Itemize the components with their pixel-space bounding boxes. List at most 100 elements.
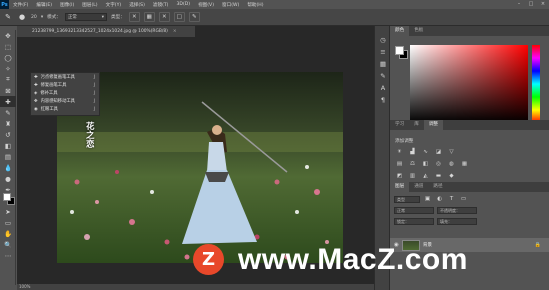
menu-view[interactable]: 视图(V) [194, 2, 218, 8]
quick-select-tool-icon[interactable]: ✧ [0, 63, 16, 74]
tab-channels[interactable]: 通道 [409, 182, 428, 192]
dodge-tool-icon[interactable]: ● [0, 173, 16, 184]
flyout-shortcut: J [93, 82, 95, 88]
brush-tool-icon[interactable]: ✎ [0, 107, 16, 118]
flyout-item[interactable]: ◈ 修补工具 J [31, 89, 99, 97]
menu-file[interactable]: 文件(F) [9, 2, 32, 8]
posterize-icon[interactable]: ▥ [408, 172, 417, 179]
zoom-tool-icon[interactable]: 🔍 [0, 239, 16, 250]
color-lookup-icon[interactable]: ▦ [460, 160, 469, 167]
menu-window[interactable]: 窗口(W) [218, 2, 243, 8]
flyout-item[interactable]: ◉ 红眼工具 J [31, 105, 99, 113]
window-controls: – □ × [513, 0, 549, 9]
filter-type-icon[interactable]: T [447, 196, 456, 203]
tab-libraries[interactable]: 库 [409, 120, 424, 130]
more-tools-icon[interactable]: ⋯ [0, 250, 16, 261]
maximize-icon[interactable]: □ [525, 0, 537, 9]
brightness-icon[interactable]: ☀ [395, 148, 404, 155]
tab-swatches[interactable]: 色板 [409, 26, 428, 36]
foreground-color-swatch[interactable] [395, 46, 404, 55]
gradient-map-icon[interactable]: ▬ [434, 172, 443, 179]
menu-image[interactable]: 图像(I) [56, 2, 78, 8]
tab-adjustments[interactable]: 调整 [423, 120, 444, 130]
layer-kind-filter[interactable]: 类型 [394, 195, 420, 203]
color-picker-field[interactable] [410, 45, 528, 123]
exposure-icon[interactable]: ◪ [434, 148, 443, 155]
lasso-tool-icon[interactable]: ◯ [0, 52, 16, 63]
content-aware-move-icon: ✥ [34, 98, 38, 104]
crop-tool-icon[interactable]: ⌗ [0, 74, 16, 85]
threshold-icon[interactable]: ◭ [421, 172, 430, 179]
flyout-item[interactable]: ✥ 内容感知移动工具 J [31, 97, 99, 105]
marquee-tool-icon[interactable]: ⬚ [0, 41, 16, 52]
tab-paths[interactable]: 路径 [428, 182, 447, 192]
close-icon[interactable]: × [173, 29, 177, 34]
swatch-icon[interactable]: ▦ [375, 58, 391, 70]
stamp-tool-icon[interactable]: ♜ [0, 118, 16, 129]
character-icon[interactable]: A [375, 82, 391, 94]
channel-mixer-icon[interactable]: ◍ [447, 160, 456, 167]
menu-layer[interactable]: 图层(L) [78, 2, 101, 8]
move-tool-icon[interactable]: ✥ [0, 30, 16, 41]
opacity-field[interactable]: 不透明度： [437, 206, 477, 214]
sample-all-layers-icon[interactable]: □ [173, 12, 185, 22]
create-texture-icon[interactable]: ▦ [143, 12, 155, 22]
foreground-color-swatch[interactable] [3, 193, 11, 201]
zoom-level: 100% [19, 284, 31, 289]
tab-learn[interactable]: 学习 [390, 120, 409, 130]
vibrance-icon[interactable]: ▽ [447, 148, 456, 155]
eraser-tool-icon[interactable]: ◧ [0, 140, 16, 151]
levels-icon[interactable]: ▟ [408, 148, 417, 155]
tab-layers[interactable]: 图层 [390, 182, 410, 192]
paragraph-icon[interactable]: ¶ [375, 94, 391, 106]
mode-select[interactable]: 正常 ▾ [64, 13, 107, 21]
close-icon[interactable]: × [537, 0, 549, 9]
path-select-tool-icon[interactable]: ➤ [0, 206, 16, 217]
flyout-item[interactable]: ✚ 修复画笔工具 J [31, 81, 99, 89]
pressure-icon[interactable]: ✎ [188, 12, 200, 22]
hand-tool-icon[interactable]: ✋ [0, 228, 16, 239]
filter-adjust-icon[interactable]: ◐ [435, 196, 444, 203]
selective-color-icon[interactable]: ◆ [447, 172, 456, 179]
document-tab[interactable]: 21238799_13693213342527_1024x1024.jpg @ … [17, 26, 195, 37]
healing-brush-icon[interactable]: ✎ [3, 12, 13, 22]
shape-tool-icon[interactable]: ▭ [0, 217, 16, 228]
blur-tool-icon[interactable]: 💧 [0, 162, 16, 173]
menu-type[interactable]: 文字(Y) [102, 2, 126, 8]
fill-field[interactable]: 填充： [437, 217, 477, 225]
invert-icon[interactable]: ◩ [395, 172, 404, 179]
color-balance-icon[interactable]: ⚖ [408, 160, 417, 167]
properties-icon[interactable]: ≡ [375, 46, 391, 58]
hue-saturation-icon[interactable]: ▤ [395, 160, 404, 167]
gradient-tool-icon[interactable]: ▤ [0, 151, 16, 162]
content-aware-icon[interactable]: ✕ [158, 12, 170, 22]
flyout-item-label: 修复画笔工具 [40, 83, 67, 88]
healing-brush-tool-icon[interactable]: ✚ [0, 96, 16, 107]
chevron-down-icon[interactable]: ▾ [41, 15, 43, 20]
photo-filter-icon[interactable]: ◎ [434, 160, 443, 167]
filter-shape-icon[interactable]: ▭ [459, 196, 468, 203]
tools-panel: ✥ ⬚ ◯ ✧ ⌗ ⊠ ✚ ✎ ♜ ↺ ◧ ▤ 💧 ● ✒ T ➤ ▭ ✋ 🔍 … [0, 30, 16, 285]
type-label: 类型： [110, 15, 125, 20]
filter-pixel-icon[interactable]: ▣ [423, 196, 432, 203]
brush-settings-icon[interactable]: ✎ [375, 70, 391, 82]
tab-color[interactable]: 颜色 [390, 26, 410, 36]
flyout-item[interactable]: ✚ 污点修复画笔工具 J [31, 73, 99, 81]
proximity-match-icon[interactable]: ✕ [128, 12, 140, 22]
menu-select[interactable]: 选择(S) [125, 2, 149, 8]
layer-lock-row: 锁定： 填充： [394, 217, 477, 225]
curves-icon[interactable]: ∿ [421, 148, 430, 155]
blend-mode-select[interactable]: 正常 [394, 206, 434, 214]
menu-help[interactable]: 帮助(H) [243, 2, 267, 8]
patch-icon: ◈ [34, 90, 38, 96]
menu-filter[interactable]: 滤镜(T) [149, 2, 173, 8]
menu-3d[interactable]: 3D(D) [172, 2, 194, 7]
black-white-icon[interactable]: ◧ [421, 160, 430, 167]
minimize-icon[interactable]: – [513, 0, 525, 9]
frame-tool-icon[interactable]: ⊠ [0, 85, 16, 96]
hue-slider[interactable] [532, 45, 540, 123]
menu-edit[interactable]: 编辑(E) [32, 2, 56, 8]
brush-preset-icon[interactable]: ● [17, 12, 27, 22]
history-brush-tool-icon[interactable]: ↺ [0, 129, 16, 140]
history-icon[interactable]: ◷ [375, 34, 391, 46]
